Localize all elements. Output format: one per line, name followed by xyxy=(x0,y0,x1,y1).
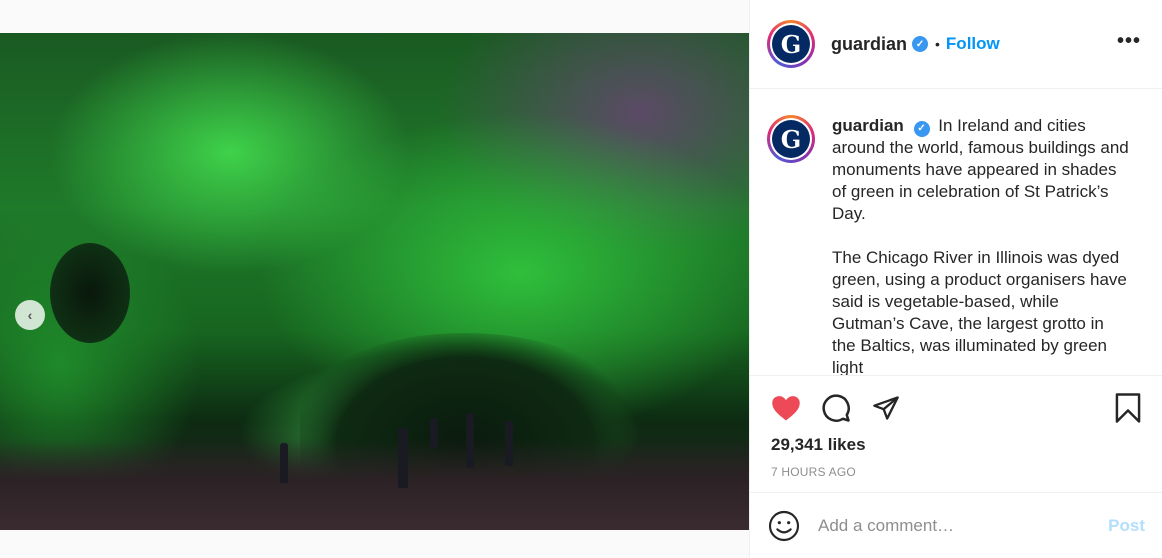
cave-floor xyxy=(0,440,749,530)
visitor-figure xyxy=(430,418,438,448)
caption-username[interactable]: guardian xyxy=(832,116,904,135)
carousel-prev-button[interactable]: ‹ xyxy=(15,300,45,330)
heart-filled-icon xyxy=(772,396,800,421)
caption-paragraph: The Chicago River in Illinois was dyed g… xyxy=(832,248,1127,375)
visitor-figure xyxy=(398,428,408,488)
comment-input[interactable] xyxy=(818,515,1109,536)
save-button[interactable] xyxy=(1113,392,1145,424)
likes-count[interactable]: 29,341 likes xyxy=(771,435,866,455)
share-icon xyxy=(873,396,899,420)
comment-icon xyxy=(822,394,850,422)
post-actions: 29,341 likes 7 HOURS AGO xyxy=(750,375,1162,493)
username-link[interactable]: guardian xyxy=(831,34,907,55)
avatar: G xyxy=(772,25,810,63)
post-comment-button[interactable]: Post xyxy=(1108,516,1145,536)
comment-bar: Post xyxy=(750,493,1162,558)
post-image[interactable]: ‹ xyxy=(0,33,749,530)
comment-button[interactable] xyxy=(820,392,852,424)
visitor-figure xyxy=(280,443,288,483)
caption-avatar[interactable]: G xyxy=(767,115,815,163)
story-ring[interactable]: G xyxy=(767,20,815,68)
bookmark-icon xyxy=(1115,393,1141,423)
share-button[interactable] xyxy=(870,392,902,424)
avatar: G xyxy=(772,120,810,158)
post-header: G guardian ✓ • Follow ••• xyxy=(750,0,1162,89)
caption-text: guardian ✓ In Ireland and cities around … xyxy=(832,115,1132,375)
visitor-figure xyxy=(505,421,513,466)
more-options-icon[interactable]: ••• xyxy=(1117,31,1141,51)
verified-badge-icon: ✓ xyxy=(912,36,929,52)
post-timestamp[interactable]: 7 HOURS AGO xyxy=(771,465,856,479)
emoji-icon[interactable] xyxy=(768,510,800,542)
visitor-figure xyxy=(466,413,474,468)
like-button[interactable] xyxy=(770,392,802,424)
caption-area: G guardian ✓ In Ireland and cities aroun… xyxy=(750,89,1162,375)
follow-button[interactable]: Follow xyxy=(946,34,1000,54)
separator-dot: • xyxy=(935,36,940,52)
cave-hole xyxy=(50,243,130,343)
chevron-left-icon: ‹ xyxy=(27,307,33,323)
verified-badge-icon: ✓ xyxy=(913,121,930,137)
post-sidebar: G guardian ✓ • Follow ••• G guardian ✓ I… xyxy=(749,0,1162,558)
